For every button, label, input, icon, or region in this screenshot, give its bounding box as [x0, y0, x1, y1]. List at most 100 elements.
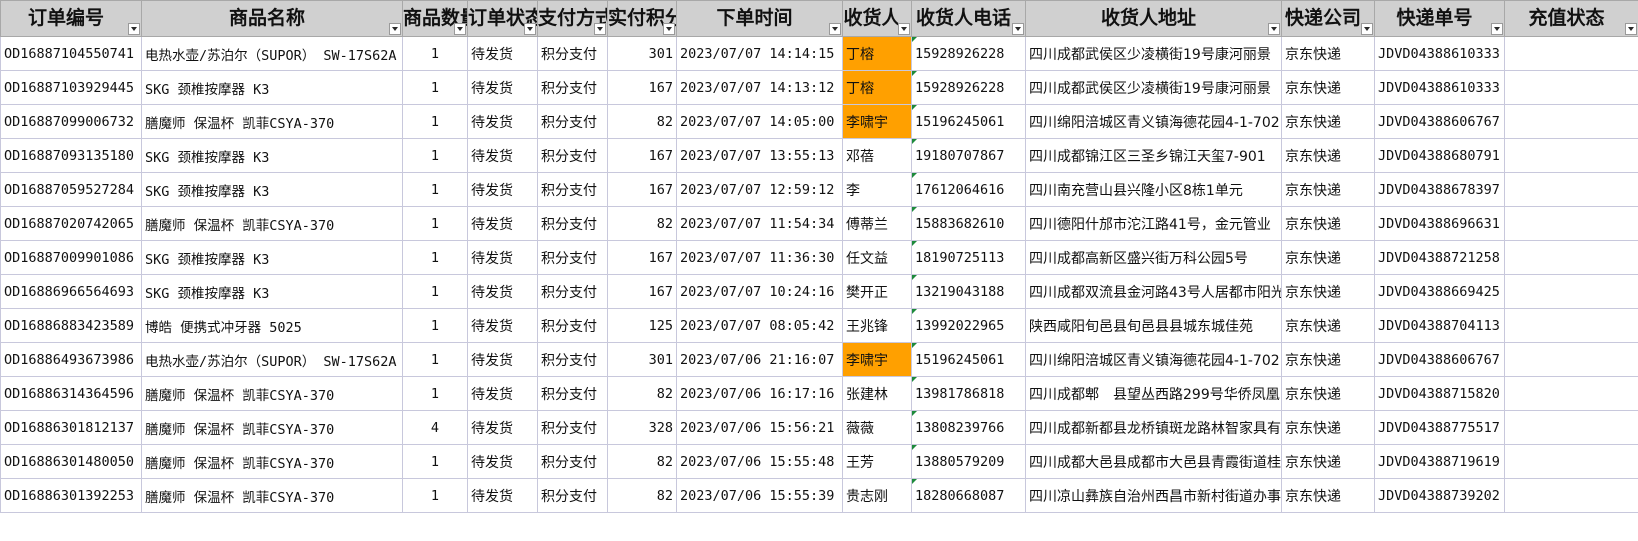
cell-name[interactable]: 丁榕: [842, 36, 912, 71]
cell-name[interactable]: 李: [842, 172, 912, 207]
cell-recharge[interactable]: [1504, 376, 1638, 411]
cell-points[interactable]: 328: [607, 410, 677, 445]
cell-product[interactable]: SKG 颈椎按摩器 K3: [141, 138, 403, 173]
cell-points[interactable]: 82: [607, 444, 677, 479]
cell-product[interactable]: 膳魔师 保温杯 凯菲CSYA-370: [141, 444, 403, 479]
cell-qty[interactable]: 1: [402, 478, 468, 513]
cell-product[interactable]: 博皓 便携式冲牙器 5025: [141, 308, 403, 343]
cell-order-no[interactable]: OD16886493673986: [0, 342, 142, 377]
cell-order-no[interactable]: OD16887103929445: [0, 70, 142, 105]
cell-product[interactable]: 电热水壶/苏泊尔（SUPOR） SW-17S62A: [141, 342, 403, 377]
cell-points[interactable]: 301: [607, 342, 677, 377]
cell-courier[interactable]: 京东快递: [1281, 36, 1375, 71]
cell-recharge[interactable]: [1504, 104, 1638, 139]
cell-name[interactable]: 薇薇: [842, 410, 912, 445]
cell-recharge[interactable]: [1504, 274, 1638, 309]
cell-order-no[interactable]: OD16887099006732: [0, 104, 142, 139]
cell-status[interactable]: 待发货: [467, 206, 538, 241]
cell-name[interactable]: 傅蒂兰: [842, 206, 912, 241]
cell-name[interactable]: 王兆锋: [842, 308, 912, 343]
cell-courier[interactable]: 京东快递: [1281, 172, 1375, 207]
cell-product[interactable]: 电热水壶/苏泊尔（SUPOR） SW-17S62A: [141, 36, 403, 71]
cell-points[interactable]: 167: [607, 240, 677, 275]
column-header-points[interactable]: 实付积分: [607, 0, 677, 37]
cell-addr[interactable]: 四川成都锦江区三圣乡锦江天玺7-901: [1025, 138, 1282, 173]
filter-dropdown-icon[interactable]: [1268, 23, 1280, 35]
cell-qty[interactable]: 1: [402, 274, 468, 309]
cell-points[interactable]: 301: [607, 36, 677, 71]
cell-qty[interactable]: 1: [402, 206, 468, 241]
column-header-pay[interactable]: 支付方式: [537, 0, 608, 37]
cell-points[interactable]: 125: [607, 308, 677, 343]
cell-time[interactable]: 2023/07/07 08:05:42: [676, 308, 843, 343]
column-header-time[interactable]: 下单时间: [676, 0, 843, 37]
cell-status[interactable]: 待发货: [467, 308, 538, 343]
cell-name[interactable]: 李啸宇: [842, 342, 912, 377]
cell-status[interactable]: 待发货: [467, 36, 538, 71]
cell-product[interactable]: SKG 颈椎按摩器 K3: [141, 274, 403, 309]
cell-phone[interactable]: 15196245061: [911, 104, 1026, 139]
cell-phone[interactable]: 18280668087: [911, 478, 1026, 513]
cell-qty[interactable]: 1: [402, 172, 468, 207]
filter-dropdown-icon[interactable]: [389, 23, 401, 35]
cell-time[interactable]: 2023/07/07 11:54:34: [676, 206, 843, 241]
cell-time[interactable]: 2023/07/07 10:24:16: [676, 274, 843, 309]
cell-status[interactable]: 待发货: [467, 342, 538, 377]
cell-phone[interactable]: 15883682610: [911, 206, 1026, 241]
cell-addr[interactable]: 四川成都新都县龙桥镇斑龙路林智家具有: [1025, 410, 1282, 445]
cell-order-no[interactable]: OD16886966564693: [0, 274, 142, 309]
cell-time[interactable]: 2023/07/06 15:56:21: [676, 410, 843, 445]
cell-tracking[interactable]: JDVD04388680791: [1374, 138, 1505, 173]
cell-qty[interactable]: 1: [402, 308, 468, 343]
cell-order-no[interactable]: OD16887104550741: [0, 36, 142, 71]
column-header-product[interactable]: 商品名称: [141, 0, 403, 37]
cell-qty[interactable]: 1: [402, 240, 468, 275]
cell-time[interactable]: 2023/07/07 11:36:30: [676, 240, 843, 275]
cell-status[interactable]: 待发货: [467, 172, 538, 207]
cell-addr[interactable]: 四川成都武侯区少凌横街19号康河丽景: [1025, 70, 1282, 105]
cell-tracking[interactable]: JDVD04388696631: [1374, 206, 1505, 241]
filter-dropdown-icon[interactable]: [128, 23, 140, 35]
cell-courier[interactable]: 京东快递: [1281, 478, 1375, 513]
cell-name[interactable]: 李啸宇: [842, 104, 912, 139]
filter-dropdown-icon[interactable]: [1012, 23, 1024, 35]
cell-recharge[interactable]: [1504, 342, 1638, 377]
cell-status[interactable]: 待发货: [467, 274, 538, 309]
cell-order-no[interactable]: OD16886314364596: [0, 376, 142, 411]
cell-addr[interactable]: 四川成都高新区盛兴街万科公园5号: [1025, 240, 1282, 275]
cell-phone[interactable]: 18190725113: [911, 240, 1026, 275]
cell-order-no[interactable]: OD16887009901086: [0, 240, 142, 275]
column-header-recharge[interactable]: 充值状态: [1504, 0, 1638, 37]
cell-courier[interactable]: 京东快递: [1281, 206, 1375, 241]
cell-pay[interactable]: 积分支付: [537, 70, 608, 105]
cell-recharge[interactable]: [1504, 308, 1638, 343]
cell-qty[interactable]: 1: [402, 36, 468, 71]
cell-courier[interactable]: 京东快递: [1281, 376, 1375, 411]
cell-qty[interactable]: 4: [402, 410, 468, 445]
cell-phone[interactable]: 15928926228: [911, 36, 1026, 71]
cell-name[interactable]: 邓蓓: [842, 138, 912, 173]
cell-name[interactable]: 张建林: [842, 376, 912, 411]
cell-pay[interactable]: 积分支付: [537, 308, 608, 343]
cell-recharge[interactable]: [1504, 172, 1638, 207]
cell-tracking[interactable]: JDVD04388721258: [1374, 240, 1505, 275]
cell-order-no[interactable]: OD16887020742065: [0, 206, 142, 241]
cell-phone[interactable]: 15928926228: [911, 70, 1026, 105]
cell-courier[interactable]: 京东快递: [1281, 410, 1375, 445]
filter-dropdown-icon[interactable]: [1491, 23, 1503, 35]
cell-product[interactable]: 膳魔师 保温杯 凯菲CSYA-370: [141, 478, 403, 513]
cell-recharge[interactable]: [1504, 410, 1638, 445]
cell-status[interactable]: 待发货: [467, 376, 538, 411]
cell-product[interactable]: 膳魔师 保温杯 凯菲CSYA-370: [141, 104, 403, 139]
filter-dropdown-icon[interactable]: [524, 23, 536, 35]
cell-addr[interactable]: 四川成都武侯区少凌横街19号康河丽景: [1025, 36, 1282, 71]
cell-status[interactable]: 待发货: [467, 478, 538, 513]
cell-phone[interactable]: 13808239766: [911, 410, 1026, 445]
cell-qty[interactable]: 1: [402, 70, 468, 105]
cell-phone[interactable]: 13992022965: [911, 308, 1026, 343]
column-header-phone[interactable]: 收货人电话: [911, 0, 1026, 37]
cell-time[interactable]: 2023/07/07 14:13:12: [676, 70, 843, 105]
cell-tracking[interactable]: JDVD04388719619: [1374, 444, 1505, 479]
cell-name[interactable]: 贵志刚: [842, 478, 912, 513]
filter-dropdown-icon[interactable]: [1625, 23, 1637, 35]
